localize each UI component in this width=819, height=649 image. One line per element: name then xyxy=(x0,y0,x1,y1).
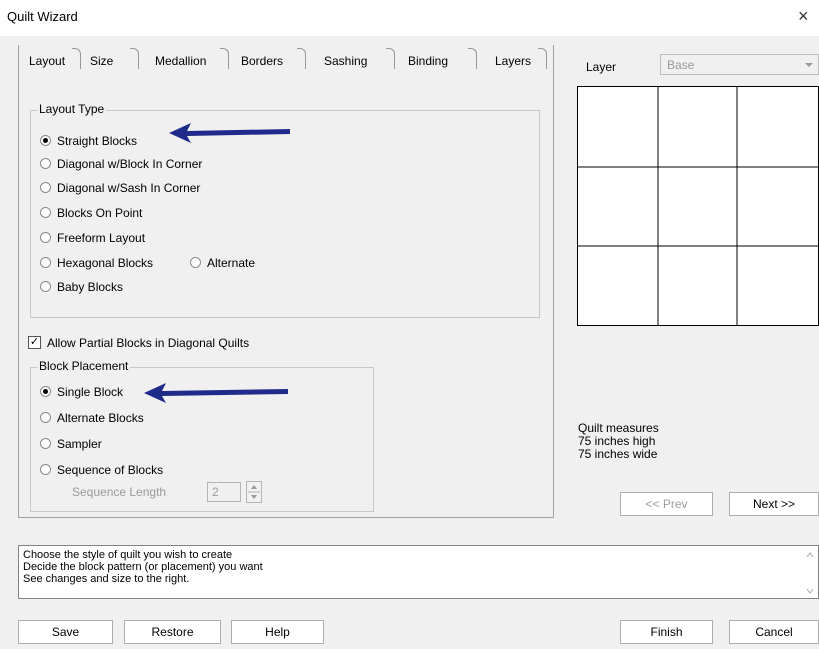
radio-label: Single Block xyxy=(57,385,124,399)
tab-borders[interactable]: Borders xyxy=(241,50,283,72)
cancel-button[interactable]: Cancel xyxy=(729,620,819,644)
save-button[interactable]: Save xyxy=(18,620,113,644)
quilt-preview xyxy=(577,86,819,326)
checkbox-checked[interactable]: ✓ xyxy=(28,336,41,350)
tab-divider xyxy=(468,48,477,69)
allow-partial-blocks-checkbox[interactable]: ✓ Allow Partial Blocks in Diagonal Quilts xyxy=(28,334,249,352)
tab-medallion[interactable]: Medallion xyxy=(155,50,206,72)
radio-label: Alternate xyxy=(207,256,256,270)
radio-label: Sampler xyxy=(57,437,102,451)
layer-label: Layer xyxy=(586,60,617,74)
radio-button[interactable] xyxy=(40,207,51,219)
tab-binding[interactable]: Binding xyxy=(408,50,448,72)
tab-divider xyxy=(72,48,81,69)
radio-label: Diagonal w/Sash In Corner xyxy=(57,181,201,195)
radio-straight-blocks[interactable]: Straight Blocks xyxy=(40,132,137,150)
radio-alternate[interactable]: Alternate xyxy=(190,254,255,272)
radio-label: Baby Blocks xyxy=(57,280,124,294)
tab-size[interactable]: Size xyxy=(90,50,113,72)
radio-label: Diagonal w/Block In Corner xyxy=(57,157,203,171)
finish-button[interactable]: Finish xyxy=(620,620,713,644)
sequence-length-label: Sequence Length xyxy=(72,485,167,499)
checkbox-label: Allow Partial Blocks in Diagonal Quilts xyxy=(47,336,250,350)
quilt-width: 75 inches wide xyxy=(578,447,658,461)
radio-label: Alternate Blocks xyxy=(57,411,144,425)
sequence-length-field[interactable]: 2 xyxy=(207,482,241,502)
quilt-measures: Quilt measures 75 inches high 75 inches … xyxy=(578,422,659,461)
quilt-grid xyxy=(578,87,818,325)
radio-button-selected[interactable] xyxy=(40,386,51,398)
tab-strip-right-edge xyxy=(553,45,554,73)
description-line: Choose the style of quilt you wish to cr… xyxy=(23,549,233,561)
radio-single-block[interactable]: Single Block xyxy=(40,383,123,401)
radio-label: Straight Blocks xyxy=(57,134,138,148)
radio-button[interactable] xyxy=(40,412,51,424)
radio-button-selected[interactable] xyxy=(40,135,51,147)
radio-label: Freeform Layout xyxy=(57,231,146,245)
window-title: Quilt Wizard xyxy=(7,9,78,24)
tab-strip-left-edge xyxy=(18,45,19,73)
tab-divider xyxy=(538,48,547,69)
description-box[interactable]: Choose the style of quilt you wish to cr… xyxy=(18,545,819,599)
spin-arrows-icon xyxy=(248,485,260,499)
radio-blocks-on-point[interactable]: Blocks On Point xyxy=(40,204,142,222)
restore-button[interactable]: Restore xyxy=(124,620,221,644)
tab-divider xyxy=(220,48,229,69)
scroll-arrows-icon xyxy=(806,552,814,594)
tab-divider xyxy=(386,48,395,69)
tab-sashing[interactable]: Sashing xyxy=(324,50,367,72)
radio-baby-blocks[interactable]: Baby Blocks xyxy=(40,278,123,296)
radio-diagonal-sash-corner[interactable]: Diagonal w/Sash In Corner xyxy=(40,179,200,197)
radio-button[interactable] xyxy=(190,257,201,269)
radio-button[interactable] xyxy=(40,464,51,476)
radio-button[interactable] xyxy=(40,257,51,269)
chevron-down-icon xyxy=(805,63,813,67)
radio-hexagonal-blocks[interactable]: Hexagonal Blocks xyxy=(40,254,153,272)
radio-button[interactable] xyxy=(40,158,51,170)
tab-layers[interactable]: Layers xyxy=(495,50,531,72)
block-placement-label: Block Placement xyxy=(37,359,131,373)
tab-layout[interactable]: Layout xyxy=(29,50,65,72)
radio-alternate-blocks[interactable]: Alternate Blocks xyxy=(40,409,144,427)
annotation-arrow-icon xyxy=(169,123,290,143)
close-icon[interactable]: × xyxy=(798,6,809,27)
radio-button[interactable] xyxy=(40,281,51,293)
help-button[interactable]: Help xyxy=(231,620,324,644)
radio-freeform-layout[interactable]: Freeform Layout xyxy=(40,229,145,247)
radio-sampler[interactable]: Sampler xyxy=(40,435,102,453)
layer-select-value: Base xyxy=(667,58,695,72)
sequence-length-spinner[interactable] xyxy=(246,481,262,503)
radio-label: Sequence of Blocks xyxy=(57,463,164,477)
radio-button[interactable] xyxy=(40,232,51,244)
prev-button[interactable]: << Prev xyxy=(620,492,713,516)
radio-diagonal-block-corner[interactable]: Diagonal w/Block In Corner xyxy=(40,155,202,173)
tab-divider xyxy=(130,48,139,69)
next-button[interactable]: Next >> xyxy=(729,492,819,516)
radio-label: Blocks On Point xyxy=(57,206,143,220)
description-line: See changes and size to the right. xyxy=(23,573,190,585)
radio-sequence-of-blocks[interactable]: Sequence of Blocks xyxy=(40,461,163,479)
radio-button[interactable] xyxy=(40,438,51,450)
layout-type-label: Layout Type xyxy=(37,102,107,116)
title-bar xyxy=(0,0,819,36)
annotation-arrow-icon xyxy=(144,383,288,403)
layer-select[interactable]: Base xyxy=(660,54,819,75)
description-line: Decide the block pattern (or placement) … xyxy=(23,561,263,573)
radio-label: Hexagonal Blocks xyxy=(57,256,154,270)
tab-divider xyxy=(297,48,306,69)
radio-button[interactable] xyxy=(40,182,51,194)
